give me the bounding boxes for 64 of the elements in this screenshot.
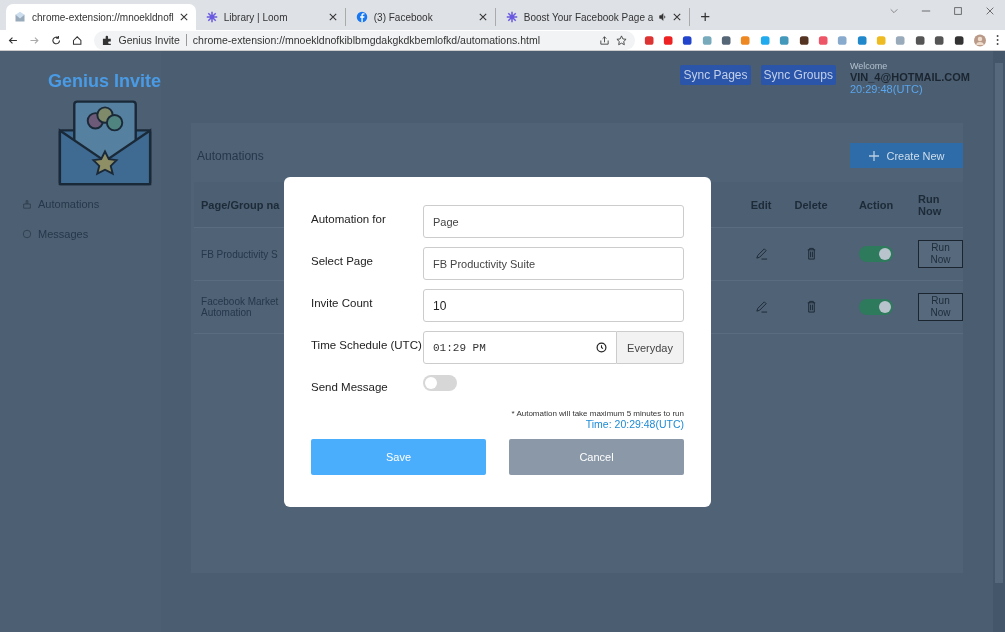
puzzle-icon xyxy=(101,34,113,46)
create-new-button[interactable]: Create New xyxy=(850,143,964,168)
avatar-icon[interactable] xyxy=(973,32,986,48)
plus-icon xyxy=(868,149,881,162)
browser-tab[interactable]: (3) Facebook xyxy=(347,8,496,26)
field-label: Time Schedule (UTC) xyxy=(311,338,423,351)
user-email: VIN_4@HOTMAIL.COM xyxy=(849,71,971,83)
chat-bubble-icon xyxy=(22,229,32,239)
facebook-icon xyxy=(355,11,368,23)
column-header: Delete xyxy=(793,198,829,211)
asterisk-icon xyxy=(205,11,218,23)
field-label: Select Page xyxy=(311,254,374,267)
column-header: Action xyxy=(857,198,895,211)
star-icon[interactable] xyxy=(615,34,627,46)
toggle-switch[interactable] xyxy=(859,299,894,315)
extension-icon[interactable] xyxy=(934,33,945,47)
input-field[interactable]: 10 xyxy=(423,289,684,322)
browser-tab[interactable]: chrome-extension://mnoekldnofl xyxy=(6,4,196,30)
brand-title: Genius Invite xyxy=(48,71,162,92)
maximize-icon[interactable] xyxy=(953,6,963,16)
input-field[interactable]: FB Productivity Suite xyxy=(423,247,684,280)
sync-button[interactable]: Sync Groups xyxy=(760,65,836,85)
note-text: * Automation will take maximum 5 minutes to run xyxy=(511,409,684,418)
column-header: Run Now xyxy=(917,192,943,217)
speaker-icon[interactable] xyxy=(659,13,668,21)
extension-icon[interactable] xyxy=(914,33,926,47)
welcome-label: Welcome xyxy=(849,61,889,71)
home-icon[interactable] xyxy=(72,33,83,47)
toggle-switch[interactable] xyxy=(859,246,894,262)
extension-icon[interactable] xyxy=(721,33,732,47)
envelope-icon xyxy=(14,11,26,23)
extension-icon[interactable] xyxy=(953,33,964,47)
field-label: Automation for xyxy=(311,212,387,225)
sync-button[interactable]: Sync Pages xyxy=(680,65,751,85)
schedule-addon: Everyday xyxy=(617,331,684,364)
share-icon[interactable] xyxy=(598,34,610,46)
browser-tab[interactable]: Boost Your Facebook Page a xyxy=(497,8,691,26)
clock-icon[interactable] xyxy=(596,342,607,353)
url-text: chrome-extension://mnoekldnofkiblbmgdakgkdkbemlofkd/automations.html xyxy=(192,34,541,46)
close-icon[interactable] xyxy=(179,13,188,21)
column-header: Page/Group na xyxy=(201,198,281,211)
pencil-icon[interactable] xyxy=(754,299,768,313)
extension-icon[interactable] xyxy=(682,33,693,47)
column-header: Edit xyxy=(749,198,773,211)
time-field[interactable]: 01:29 PM xyxy=(423,331,617,364)
field-label: Invite Count xyxy=(311,296,374,309)
field-label: Send Message xyxy=(311,380,389,393)
toggle-switch[interactable] xyxy=(423,375,457,391)
clock-text: 20:29:48(UTC) xyxy=(849,83,924,95)
input-field[interactable]: Page xyxy=(423,205,684,238)
menu-icon[interactable] xyxy=(995,34,1000,46)
pencil-icon[interactable] xyxy=(754,246,768,260)
scrollbar[interactable] xyxy=(993,51,1005,632)
extension-icon[interactable] xyxy=(798,33,809,47)
site-name: Genius Invite xyxy=(118,34,187,46)
browser-tab[interactable]: Library | Loom xyxy=(197,8,346,26)
close-icon[interactable] xyxy=(328,13,337,21)
address-bar[interactable]: Genius Invite chrome-extension://mnoekldnofkiblbmgdakgkdkbemlofkd/automations.html xyxy=(93,30,635,50)
new-tab-button[interactable]: + xyxy=(692,7,719,27)
asterisk-icon xyxy=(505,11,518,23)
close-icon[interactable] xyxy=(673,13,682,21)
reload-icon[interactable] xyxy=(50,33,62,47)
close-icon[interactable] xyxy=(478,13,487,21)
time-text: Time: 20:29:48(UTC) xyxy=(585,418,684,430)
